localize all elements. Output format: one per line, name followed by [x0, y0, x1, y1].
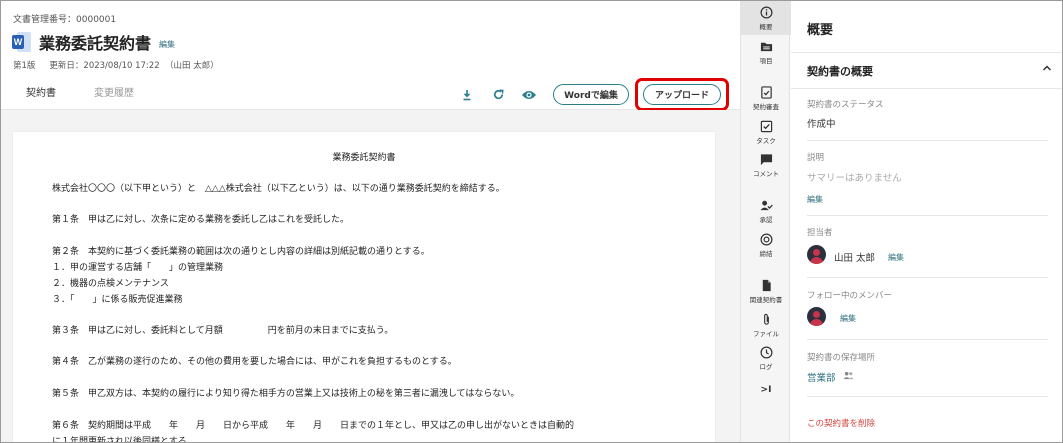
folder-icon — [760, 42, 772, 52]
contract-line: に１年間更新され以後同様とする。 — [52, 437, 196, 443]
contract-line: １．甲の運営する店舗「 」の管理業務 — [52, 263, 224, 273]
field-divider — [807, 140, 1048, 141]
word-file-icon: W — [12, 32, 31, 52]
document-number-label: 文書管理番号： — [13, 15, 77, 25]
rail-item-overview[interactable]: 概要 — [741, 1, 791, 35]
contract-line: ３．「 」に係る販売促進業務 — [52, 295, 183, 305]
approval-icon — [759, 200, 773, 211]
panel-divider — [791, 52, 1062, 53]
status-label: 契約書のステータス — [807, 100, 884, 110]
document-preview-area[interactable]: 業務委託契約書 株式会社〇〇〇（以下甲という）と △△△株式会社（以下乙という）… — [1, 110, 740, 443]
contract-line: 第４条 乙が業務の遂行のため、その他の費用を要した場合には、甲がこれを負担するも… — [52, 357, 457, 367]
field-divider — [807, 215, 1048, 216]
rail-item-comment[interactable]: コメント — [741, 153, 791, 178]
followers-label: フォロー中のメンバー — [807, 291, 893, 301]
description-edit-link[interactable]: 編集 — [807, 194, 823, 205]
contract-line: 第２条 本契約に基づく委託業務の範囲は次の通りとし内容の詳細は別紙記載の通りとす… — [52, 247, 430, 257]
contract-line: 株式会社〇〇〇（以下甲という）と △△△株式会社（以下乙という）は、以下の通り業… — [52, 184, 505, 194]
rail-item-log[interactable]: ログ — [741, 346, 791, 371]
field-divider — [807, 396, 1048, 397]
collapse-icon: >I — [760, 385, 772, 395]
rail-item-conclusion[interactable]: 締結 — [741, 233, 791, 258]
group-icon — [843, 371, 854, 380]
avatar — [807, 245, 826, 264]
document-version: 第1版 — [13, 61, 36, 71]
refresh-icon[interactable] — [490, 87, 506, 103]
title-row: W 業務委託契約書 編集 — [12, 30, 175, 54]
contract-heading: 業務委託契約書 — [332, 153, 396, 163]
overview-panel: 概要 契約書の概要 契約書のステータス 作成中 説明 サマリーはありません 編集… — [791, 1, 1062, 442]
review-icon — [760, 86, 772, 99]
document-title: 業務委託契約書 — [39, 34, 152, 53]
section-divider — [791, 88, 1062, 89]
document-meta: 第1版 更新日：2023/08/10 17:22 （山田 太郎） — [13, 59, 219, 71]
document-updated: 更新日：2023/08/10 17:22 （山田 太郎） — [49, 61, 219, 71]
side-icon-rail: 概要 項目 契約審査 タスク コメント 承認 締結 関連契約書 ファイル ログ … — [740, 1, 791, 442]
title-edit-link[interactable]: 編集 — [159, 39, 175, 50]
app-window: 文書管理番号：0000001 W 業務委託契約書 編集 第1版 更新日：2023… — [0, 0, 1063, 443]
rail-item-related[interactable]: 関連契約書 — [741, 279, 791, 304]
field-divider — [807, 339, 1048, 340]
field-divider — [807, 277, 1048, 278]
description-label: 説明 — [807, 153, 825, 163]
panel-title: 概要 — [807, 23, 834, 38]
rail-item-fields[interactable]: 項目 — [741, 40, 791, 65]
delete-contract-link[interactable]: この契約書を削除 — [807, 417, 875, 429]
rail-item-approval[interactable]: 承認 — [741, 199, 791, 224]
followers-edit-link[interactable]: 編集 — [840, 313, 856, 324]
location-label: 契約書の保存場所 — [807, 353, 876, 363]
upload-button[interactable]: アップロード — [643, 84, 721, 105]
contract-line: 第３条 甲は乙に対し、委託料として月額 円を前月の末日までに支払う。 — [52, 326, 394, 336]
contract-page: 業務委託契約書 株式会社〇〇〇（以下甲という）と △△△株式会社（以下乙という）… — [13, 132, 715, 443]
paperclip-icon — [763, 313, 769, 325]
comment-icon — [760, 154, 772, 166]
download-icon[interactable] — [459, 87, 475, 103]
rail-item-file[interactable]: ファイル — [741, 313, 791, 338]
assignee-label: 担当者 — [807, 228, 833, 238]
rail-item-review[interactable]: 契約審査 — [741, 86, 791, 111]
related-doc-icon — [762, 279, 771, 292]
upload-highlight: アップロード — [635, 78, 729, 111]
word-edit-button[interactable]: Wordで編集 — [553, 84, 629, 105]
document-number: 文書管理番号：0000001 — [13, 12, 116, 25]
description-value: サマリーはありません — [807, 173, 902, 184]
rail-item-task[interactable]: タスク — [741, 120, 791, 145]
info-icon — [760, 6, 772, 19]
contract-line: 第１条 甲は乙に対し、次条に定める業務を委託し乙はこれを受託した。 — [52, 215, 350, 225]
document-toolbar: Wordで編集 アップロード — [459, 78, 729, 111]
section-title[interactable]: 契約書の概要 — [807, 63, 873, 79]
avatar — [807, 307, 826, 326]
document-main: 文書管理番号：0000001 W 業務委託契約書 編集 第1版 更新日：2023… — [1, 1, 740, 443]
chevron-up-icon[interactable] — [1042, 63, 1052, 73]
contract-line: ２．機器の点検メンテナンス — [52, 279, 169, 289]
clock-icon — [760, 346, 772, 359]
status-value[interactable]: 作成中 — [807, 116, 836, 130]
contract-line: 第５条 甲乙双方は、本契約の履行により知り得た相手方の営業上又は技術上の秘を第三… — [52, 389, 520, 399]
eye-icon[interactable] — [521, 87, 537, 103]
assignee-edit-link[interactable]: 編集 — [888, 252, 904, 263]
checkbox-icon — [760, 120, 772, 133]
contract-line: 第６条 契約期間は平成 年 月 日から平成 年 月 日までの１年とし、甲又は乙の… — [52, 421, 575, 431]
conclusion-icon — [760, 233, 772, 246]
assignee-name: 山田 太郎 — [834, 253, 876, 264]
location-value[interactable]: 営業部 — [807, 370, 836, 384]
document-number-value: 0000001 — [76, 15, 117, 25]
rail-collapse[interactable]: >I — [741, 385, 791, 395]
